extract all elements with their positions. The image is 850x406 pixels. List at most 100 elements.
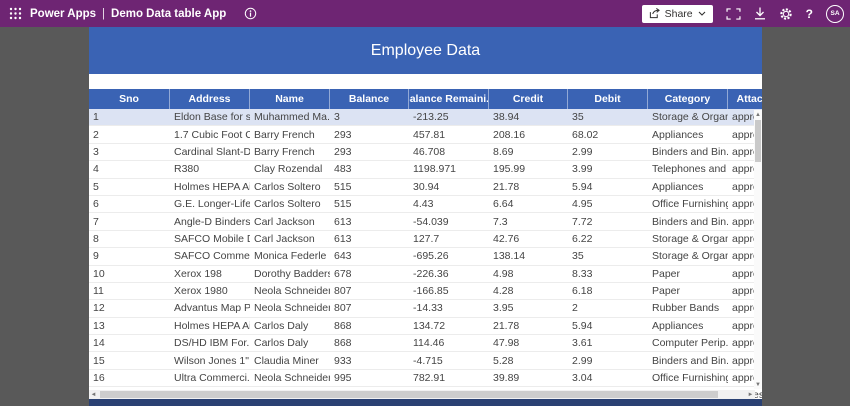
horizontal-scrollbar-track[interactable] [98,390,746,399]
cell-balance-remaining: -54.039 [413,215,449,228]
cell-balance-remaining: 30.94 [413,180,440,193]
cell-name: Carl Jackson [254,232,315,245]
cell-balance: 483 [334,163,352,176]
table-row[interactable]: 5 Holmes HEPA Ai... Carlos Soltero 515 30.94… [89,178,762,196]
cell-category: Binders and Bin... [652,145,728,158]
table-header-row: SnoAddressNameBalanceBalance Remaini...C… [89,89,762,109]
cell-name: Monica Federle [254,250,327,263]
fit-to-window-icon [726,7,741,20]
info-icon [245,7,257,20]
canvas-bottom-strip [89,399,762,406]
cell-balance-remaining: -14.33 [413,302,443,315]
cell-balance: 995 [334,372,352,385]
chevron-down-icon [698,11,706,16]
cell-balance: 807 [334,285,352,298]
horizontal-scrollbar[interactable]: ◄ ► [89,390,755,399]
app-title: Demo Data table App [111,7,227,20]
cell-balance: 293 [334,145,352,158]
cell-credit: 3.95 [493,302,514,315]
column-header-sno: Sno [89,89,170,109]
cell-balance: 643 [334,250,352,263]
app-stage-background: Employee Data SnoAddressNameBalanceBalan… [0,27,850,406]
table-row[interactable]: 6 G.E. Longer-Life ... Carlos Soltero 515 4.… [89,195,762,214]
cell-debit: 68.02 [572,128,599,141]
cell-address: Holmes HEPA Ai... [174,180,250,193]
brand-label: Power Apps [30,7,97,20]
cell-balance-remaining: -213.25 [413,111,449,124]
table-row[interactable]: 12 Advantus Map P... Neola Schneider 807 -14… [89,300,762,318]
table-row[interactable]: 7 Angle-D Binders ... Carl Jackson 613 -54.0… [89,213,762,231]
table-row[interactable]: 4 R380 Clay Rozendal 483 1198.971 195.99 3.99 T… [89,161,762,179]
cell-debit: 35 [572,250,584,263]
app-info-button[interactable] [244,7,257,20]
cell-address: Xerox 1980 [174,285,228,298]
cell-name: Neola Schneider [254,285,330,298]
page-title: Employee Data [370,41,481,59]
cell-address: G.E. Longer-Life ... [174,198,250,211]
cell-sno: 3 [93,145,99,158]
table-row[interactable]: 1 Eldon Base for s... Muhammed Ma... 3 -213.… [89,109,762,127]
title-separator: | [102,7,106,20]
cell-balance-remaining: -226.36 [413,267,449,280]
cell-debit: 3.04 [572,372,593,385]
table-row[interactable]: 8 SAFCO Mobile D... Carl Jackson 613 127.7 42… [89,230,762,249]
account-avatar[interactable]: SA [826,4,844,23]
table-row[interactable]: 10 Xerox 198 Dorothy Badders 678 -226.36 4.98… [89,265,762,283]
cell-sno: 15 [93,354,105,367]
share-button[interactable]: Share [641,4,713,23]
table-row[interactable]: 14 DS/HD IBM For... Carlos Daly 868 114.46 47… [89,335,762,353]
scroll-up-arrow-icon[interactable]: ▲ [754,110,762,119]
app-launcher-waffle-icon[interactable] [0,0,30,27]
vertical-scrollbar[interactable]: ▲ ▼ [754,110,762,389]
cell-credit: 7.3 [493,215,508,228]
cell-name: Carlos Soltero [254,198,321,211]
table-row[interactable]: 3 Cardinal Slant-D... Barry French 293 46.70… [89,143,762,162]
table-row[interactable]: 13 Holmes HEPA Ai... Carlos Daly 868 134.72 2… [89,317,762,336]
table-row[interactable]: 9 SAFCO Commer... Monica Federle 643 -695.26… [89,248,762,266]
help-button[interactable]: ? [806,7,813,21]
cell-debit: 3.99 [572,163,593,176]
scroll-left-arrow-icon[interactable]: ◄ [89,390,98,399]
cell-balance: 807 [334,302,352,315]
scroll-right-arrow-icon[interactable]: ► [746,390,755,399]
topbar-actions: Share ? SA [641,0,844,27]
cell-name: Carlos Daly [254,337,309,350]
table-row[interactable]: 11 Xerox 1980 Neola Schneider 807 -166.85 4.2… [89,282,762,301]
cell-address: Xerox 198 [174,267,222,280]
app-canvas: Employee Data SnoAddressNameBalanceBalan… [89,27,762,406]
waffle-icon [9,7,21,20]
table-row[interactable]: 15 Wilson Jones 1" ... Claudia Miner 933 -4.… [89,352,762,370]
cell-name: Barry French [254,145,315,158]
vertical-scrollbar-thumb[interactable] [755,120,761,162]
fit-to-window-button[interactable] [726,7,741,20]
cell-balance-remaining: 1198.971 [413,163,457,176]
cell-address: Angle-D Binders ... [174,215,250,228]
settings-button[interactable] [779,7,793,21]
cell-category: Rubber Bands [652,302,720,315]
employee-data-table: SnoAddressNameBalanceBalance Remaini...C… [89,89,762,406]
cell-category: Storage & Organ... [652,250,728,263]
cell-debit: 2 [572,302,578,315]
cell-address: SAFCO Commer... [174,250,250,263]
cell-sno: 6 [93,198,99,211]
horizontal-scrollbar-thumb[interactable] [100,391,718,398]
scroll-down-arrow-icon[interactable]: ▼ [754,380,762,389]
cell-name: Claudia Miner [254,354,319,367]
download-button[interactable] [754,7,766,20]
cell-credit: 42.76 [493,232,520,245]
cell-balance-remaining: 114.46 [413,337,445,350]
cell-sno: 7 [93,215,99,228]
cell-debit: 2.99 [572,145,593,158]
table-row[interactable]: 16 Ultra Commerci... Neola Schneider 995 782… [89,369,762,388]
cell-balance: 613 [334,215,352,228]
cell-debit: 6.22 [572,232,593,245]
cell-address: SAFCO Mobile D... [174,232,250,245]
column-header-balance: Balance [330,89,409,109]
cell-sno: 1 [93,111,99,124]
cell-sno: 11 [93,285,104,298]
cell-credit: 8.69 [493,145,514,158]
table-row[interactable]: 2 1.7 Cubic Foot C... Barry French 293 457.8… [89,126,762,144]
cell-address: 1.7 Cubic Foot C... [174,128,250,141]
cell-category: Paper [652,285,681,298]
cell-credit: 21.78 [493,180,520,193]
